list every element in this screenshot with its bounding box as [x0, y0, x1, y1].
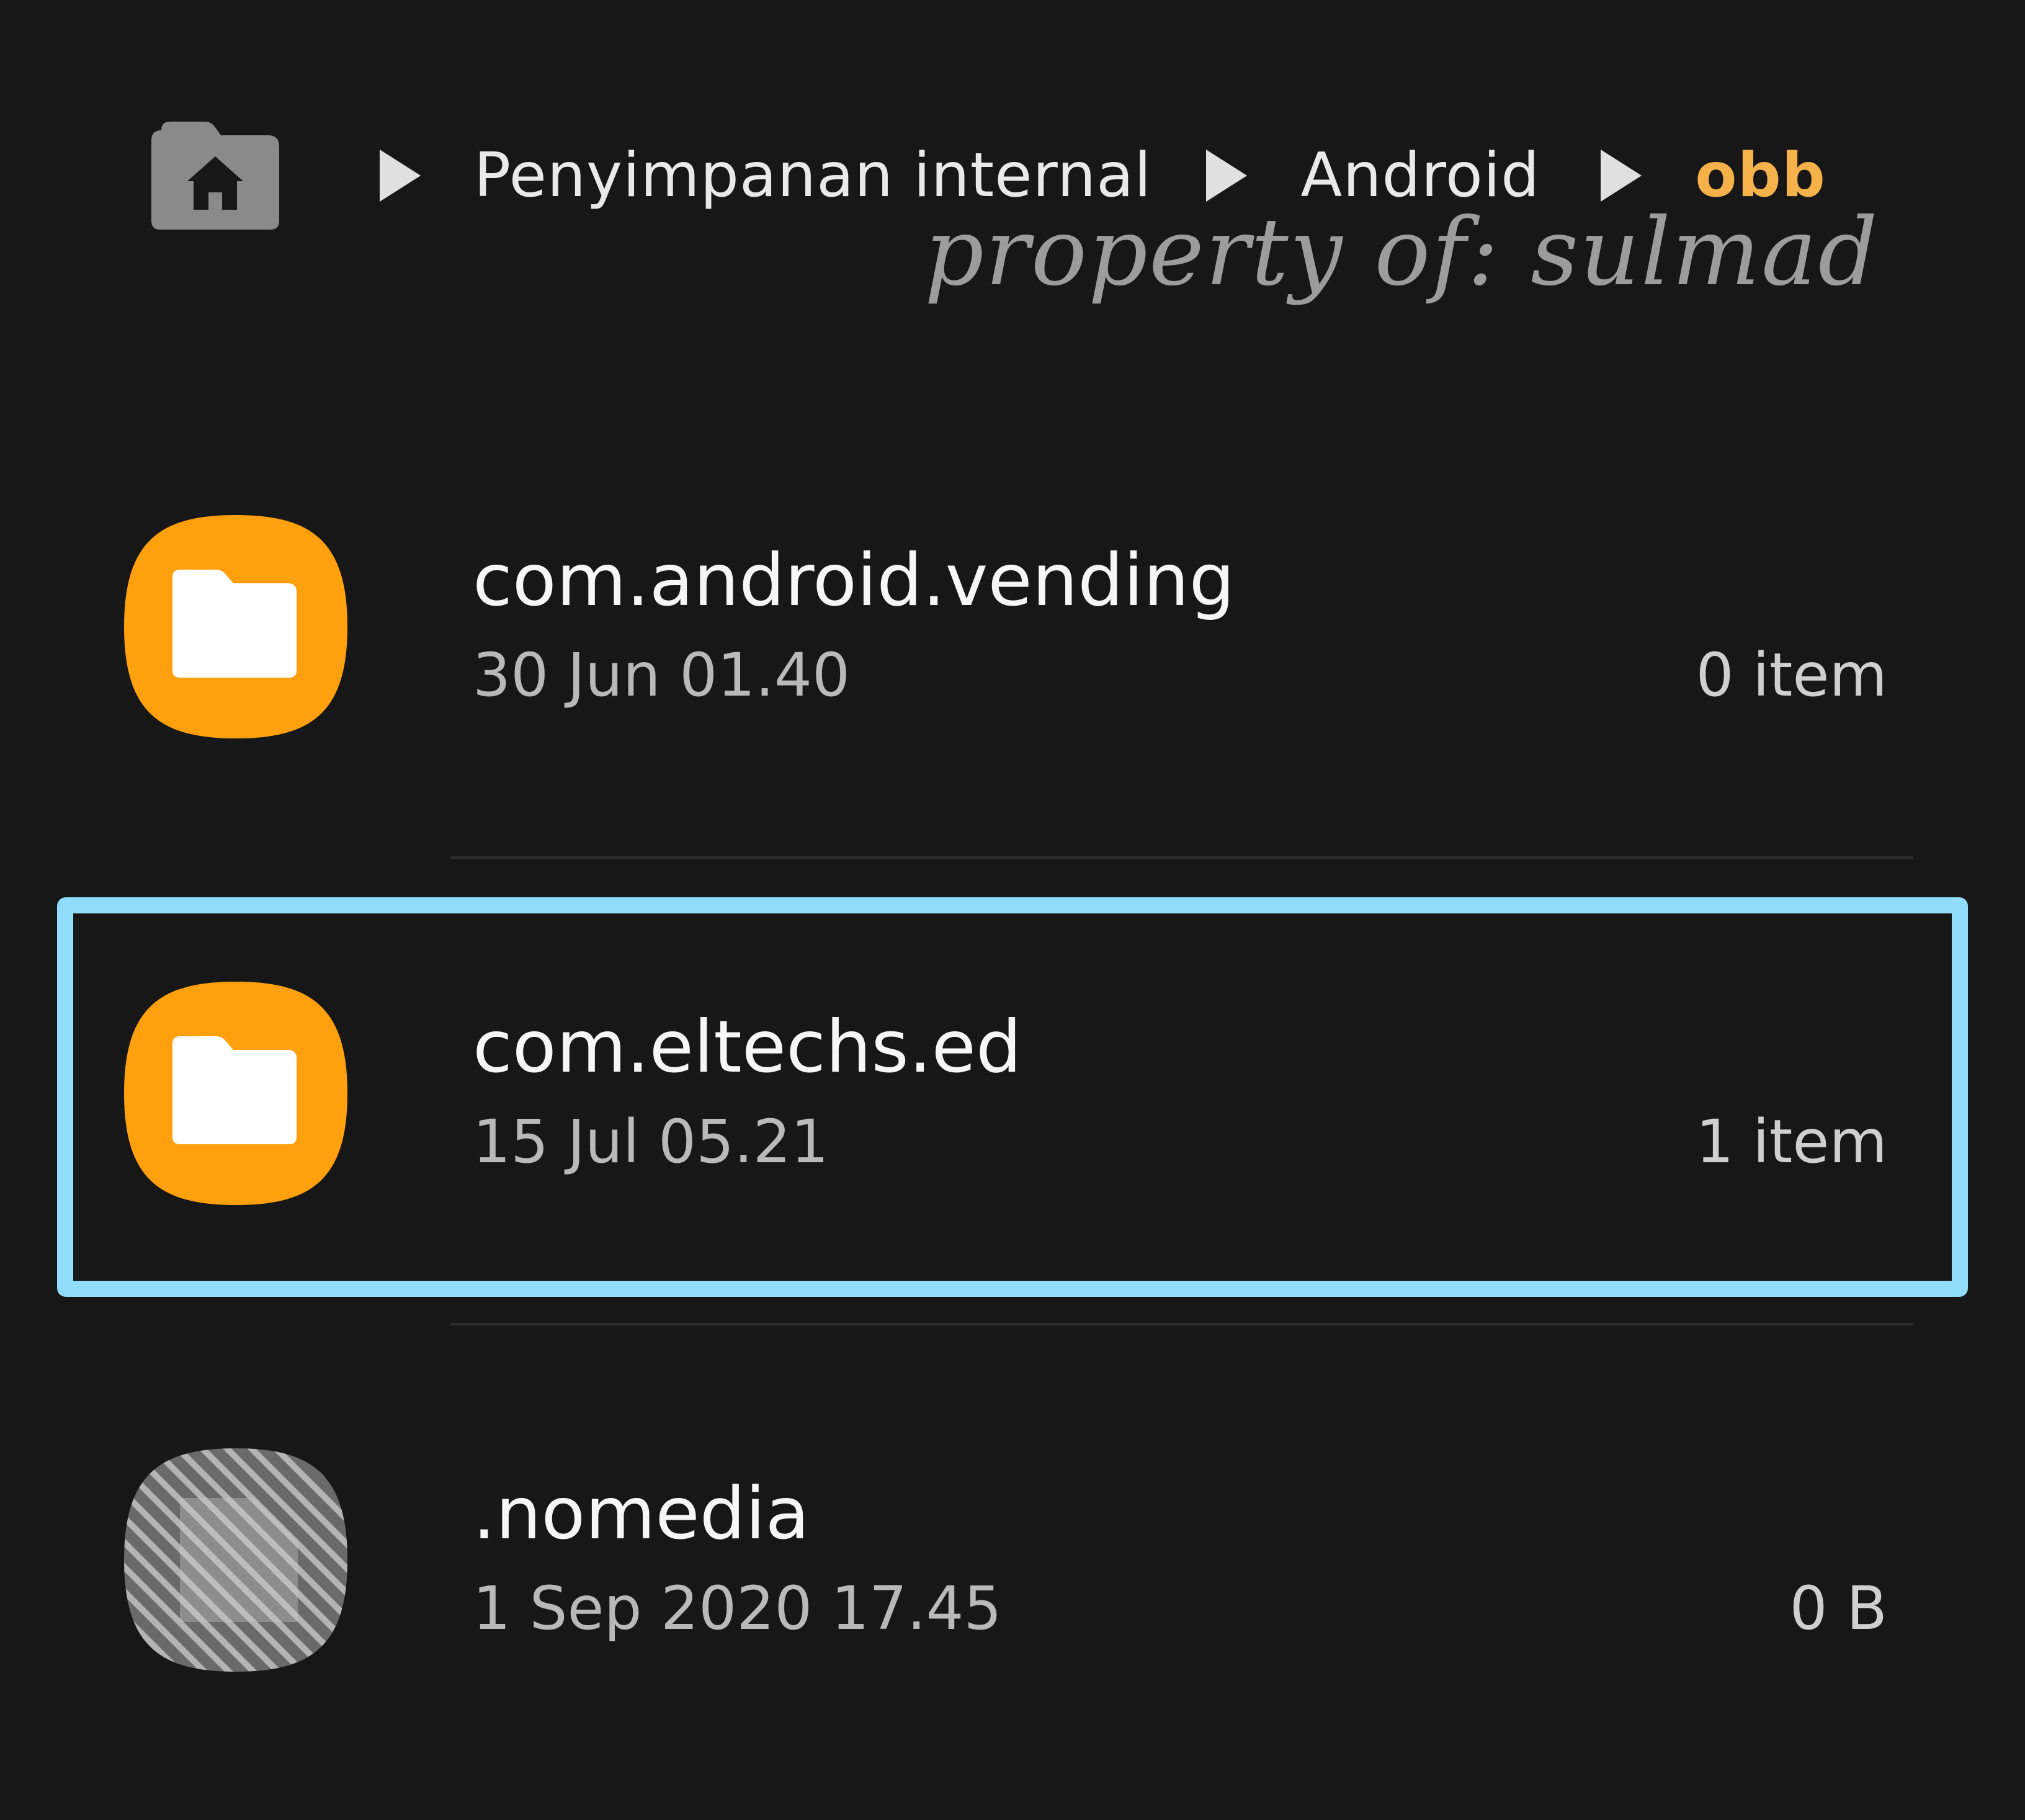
folder-icon	[124, 982, 347, 1205]
triangle-right-icon	[380, 150, 421, 202]
file-name: com.eltechs.ed	[473, 1005, 1022, 1089]
file-name: .nomedia	[473, 1472, 810, 1556]
triangle-right-icon	[1206, 150, 1248, 202]
folder-icon	[124, 515, 347, 738]
file-item-count: 1 item	[1696, 1107, 1887, 1177]
file-date: 15 Jul 05.21	[473, 1107, 829, 1177]
file-date: 30 Jun 01.40	[473, 640, 851, 710]
file-date: 1 Sep 2020 17.45	[473, 1574, 1002, 1643]
file-name: com.android.vending	[473, 539, 1235, 622]
row-divider	[450, 856, 1913, 859]
file-size: 0 B	[1789, 1574, 1887, 1643]
file-item-count: 0 item	[1696, 640, 1887, 710]
triangle-right-icon	[1601, 150, 1642, 202]
file-row[interactable]: .nomedia 1 Sep 2020 17.45 0 B	[0, 1330, 2025, 1797]
file-row[interactable]: com.eltechs.ed 15 Jul 05.21 1 item	[0, 864, 2025, 1330]
hidden-file-icon	[124, 1448, 347, 1672]
home-folder-icon[interactable]	[149, 119, 282, 232]
file-row[interactable]: com.android.vending 30 Jun 01.40 0 item	[0, 397, 2025, 864]
row-divider	[450, 1323, 1913, 1325]
watermark-text: property of: sulmad	[924, 199, 1879, 307]
